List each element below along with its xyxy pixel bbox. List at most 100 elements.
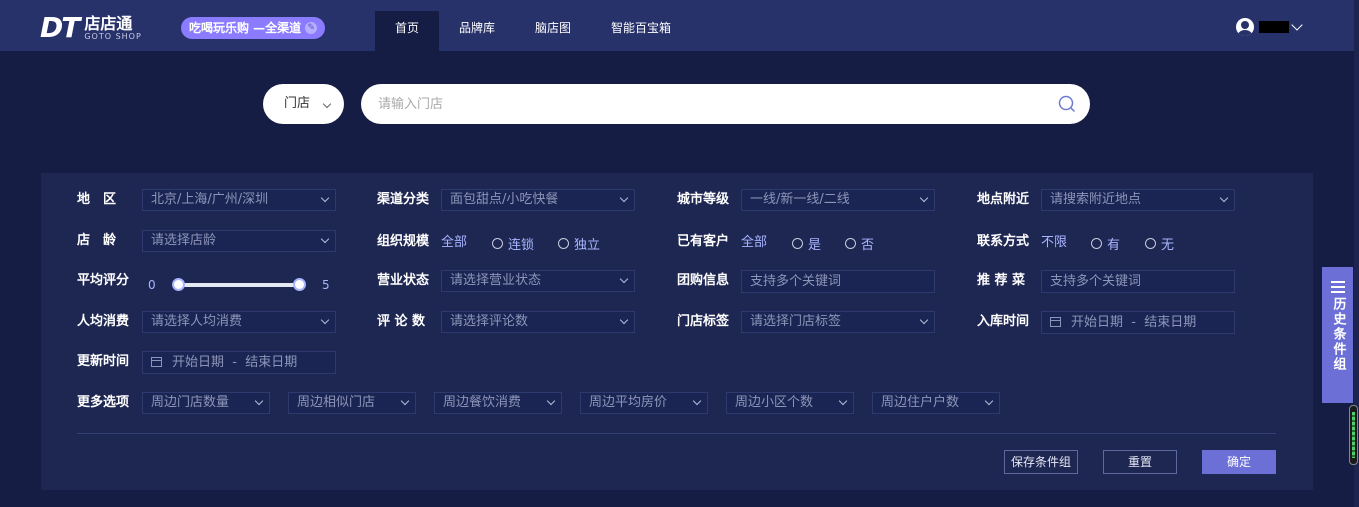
nav-smart-toolbox[interactable]: 智能百宝箱 [591,11,691,51]
contact-option-has[interactable]: 有 [1091,232,1120,254]
chevron-down-icon [322,99,332,109]
customer-option-all[interactable]: 全部 [741,232,767,254]
logo-title: 店店通 [84,14,133,33]
customer-option-yes-label: 是 [808,237,822,253]
search-icon[interactable] [1058,95,1076,113]
per-capita-select[interactable]: 请选择人均消费 [142,311,336,333]
more-option-stores-nearby[interactable]: 周边门店数量 [142,392,270,414]
contact-option-any[interactable]: 不限 [1041,232,1067,254]
nav-store-map[interactable]: 脑店图 [515,11,591,51]
age-label: 店 龄 [77,233,117,248]
channel-value: 面包甜点/小吃快餐 [450,192,559,207]
city-level-label: 城市等级 [677,192,730,207]
update-time-sep: - [232,355,237,370]
more-option-household-count[interactable]: 周边住户户数 [872,392,1000,414]
save-condition-group-button[interactable]: 保存条件组 [1004,450,1078,474]
nav-brand-library[interactable]: 品牌库 [439,11,515,51]
tags-select[interactable]: 请选择门店标签 [741,311,935,333]
radio-icon [845,237,856,249]
radio-icon [1091,237,1102,249]
org-option-chain[interactable]: 连锁 [492,232,534,254]
org-option-all[interactable]: 全部 [441,232,467,254]
radio-icon [1145,237,1156,249]
city-level-value: 一线/新一线/二线 [750,192,850,207]
region-select[interactable]: 北京/上海/广州/深圳 [142,189,336,211]
more-option-similar-stores[interactable]: 周边相似门店 [288,392,416,414]
logo[interactable]: DT 店店通 GOTO SHOP [40,13,142,43]
user-name: --- [1259,21,1289,33]
region-label: 地 区 [77,192,117,207]
update-time-range[interactable]: 开始日期 - 结束日期 [142,351,336,374]
stock-time-label: 入库时间 [977,314,1030,329]
nearby-label: 地点附近 [977,192,1030,207]
rating-slider-min-handle[interactable] [172,278,185,291]
stock-time-sep: - [1131,315,1136,330]
stock-time-end: 结束日期 [1144,315,1197,330]
main-nav: 首页 品牌库 脑店图 智能百宝箱 [375,11,691,51]
nearby-select[interactable]: 请搜索附近地点 [1041,189,1235,211]
reset-button[interactable]: 重置 [1103,450,1177,474]
confirm-button[interactable]: 确定 [1202,450,1276,474]
radio-icon [792,237,803,249]
search-input[interactable] [378,84,1038,124]
contact-label: 联系方式 [977,234,1030,249]
update-time-start: 开始日期 [172,355,225,370]
more-option-label: 周边门店数量 [151,395,230,410]
channel-select[interactable]: 面包甜点/小吃快餐 [441,189,635,211]
contact-option-none[interactable]: 无 [1145,232,1174,254]
city-level-select[interactable]: 一线/新一线/二线 [741,189,935,211]
dish-input[interactable]: 支持多个关键词 [1041,270,1235,293]
stock-time-range[interactable]: 开始日期 - 结束日期 [1041,311,1235,334]
search-type-value: 门店 [284,96,311,111]
chevron-down-icon [1219,193,1229,203]
rating-slider-fill [179,283,300,287]
chevron-down-icon [619,315,629,325]
history-tab-label: 历史条件组 [1330,297,1346,372]
edit-icon: ✎ [305,22,318,34]
tags-value: 请选择门店标签 [750,314,842,329]
search-type-select[interactable]: 门店 [263,84,344,124]
status-select[interactable]: 请选择营业状态 [441,270,635,292]
logo-mark: DT [40,11,80,44]
per-capita-value: 请选择人均消费 [151,314,243,329]
user-avatar-icon [1236,18,1254,36]
customer-option-no[interactable]: 否 [845,232,874,254]
chevron-down-icon [984,396,994,406]
more-options-label: 更多选项 [77,395,130,410]
customer-label: 已有客户 [677,234,730,249]
more-option-label: 周边相似门店 [297,395,376,410]
nav-home[interactable]: 首页 [375,11,440,51]
user-menu[interactable]: --- [1236,18,1303,36]
org-option-independent[interactable]: 独立 [558,232,600,254]
contact-option-has-label: 有 [1107,237,1121,253]
scrollbar-thumb[interactable] [1349,405,1358,465]
rating-slider-track[interactable] [179,283,300,287]
age-value: 请选择店龄 [151,233,217,248]
rating-max: 5 [322,278,330,292]
calendar-icon [151,357,162,367]
chevron-down-icon [692,396,702,406]
channel-badge[interactable]: 吃喝玩乐购 —全渠道 ✎ [181,17,326,39]
comments-select[interactable]: 请选择评论数 [441,311,635,333]
radio-icon [492,237,503,249]
group-buy-input[interactable]: 支持多个关键词 [741,270,935,293]
age-select[interactable]: 请选择店龄 [142,230,336,252]
more-option-label: 周边餐饮消费 [443,395,522,410]
customer-option-yes[interactable]: 是 [792,232,821,254]
history-condition-group-tab[interactable]: 历史条件组 [1322,267,1353,403]
more-option-community-count[interactable]: 周边小区个数 [726,392,854,414]
dish-label: 推 荐 菜 [977,273,1026,288]
per-capita-label: 人均消费 [77,314,130,329]
logo-subtitle: GOTO SHOP [84,32,142,41]
group-buy-label: 团购信息 [677,273,730,288]
chevron-down-icon [838,396,848,406]
org-option-independent-label: 独立 [574,237,601,253]
rating-slider-max-handle[interactable] [293,278,306,291]
org-label: 组织规模 [377,234,430,249]
chevron-down-icon [320,315,330,325]
chevron-down-icon [400,396,410,406]
stock-time-start: 开始日期 [1071,315,1124,330]
chevron-down-icon [919,315,929,325]
more-option-dining-spend[interactable]: 周边餐饮消费 [434,392,562,414]
more-option-house-price[interactable]: 周边平均房价 [580,392,708,414]
